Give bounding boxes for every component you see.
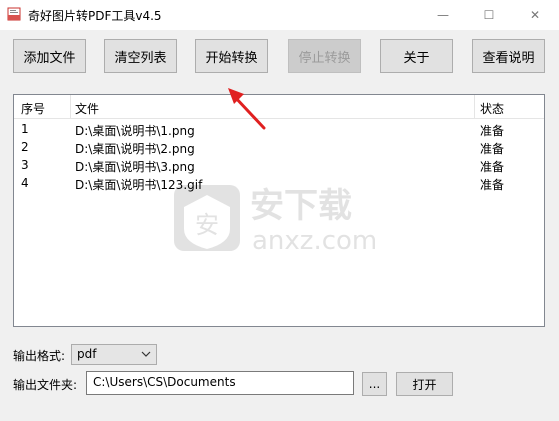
column-divider[interactable] [474, 95, 475, 119]
minimize-button[interactable]: — [420, 0, 466, 30]
row-status: 准备 [480, 160, 505, 174]
row-status: 准备 [480, 178, 505, 192]
output-folder-label: 输出文件夹: [13, 378, 78, 392]
row-file: D:\桌面\说明书\1.png [75, 124, 195, 138]
row-status: 准备 [480, 142, 505, 156]
output-format-label: 输出格式: [13, 349, 66, 363]
start-convert-button[interactable]: 开始转换 [195, 39, 268, 73]
header-status[interactable]: 状态 [480, 100, 504, 117]
row-index: 4 [21, 176, 29, 190]
header-index[interactable]: 序号 [21, 100, 45, 117]
output-folder-input[interactable]: C:\Users\CS\Documents [86, 371, 354, 395]
annotation-arrow [228, 88, 266, 130]
watermark-logo: 安 安下载 anxz.com [174, 185, 377, 256]
file-list[interactable]: 序号 文件 状态 安 安下载 anxz.com 1 D:\桌面\说明书\1.pn… [13, 94, 545, 327]
row-file: D:\桌面\说明书\123.gif [75, 178, 203, 192]
header-file[interactable]: 文件 [75, 100, 99, 117]
row-file: D:\桌面\说明书\2.png [75, 142, 195, 156]
app-icon [7, 7, 21, 21]
watermark-en: anxz.com [252, 226, 377, 256]
add-files-button[interactable]: 添加文件 [13, 39, 86, 73]
list-header: 序号 文件 状态 [14, 95, 544, 119]
about-button[interactable]: 关于 [380, 39, 453, 73]
open-folder-button[interactable]: 打开 [396, 372, 453, 396]
row-index: 2 [21, 140, 29, 154]
output-format-value: pdf [77, 347, 97, 361]
column-divider[interactable] [70, 95, 71, 119]
maximize-button[interactable]: ☐ [466, 0, 512, 30]
row-status: 准备 [480, 124, 505, 138]
row-index: 3 [21, 158, 29, 172]
watermark-cn: 安下载 [250, 186, 352, 226]
watermark-badge: 安 [195, 211, 219, 239]
chevron-down-icon [141, 351, 151, 357]
window-title: 奇好图片转PDF工具v4.5 [28, 9, 162, 23]
stop-convert-button[interactable]: 停止转换 [288, 39, 361, 73]
clear-list-button[interactable]: 清空列表 [104, 39, 177, 73]
row-file: D:\桌面\说明书\3.png [75, 160, 195, 174]
browse-button[interactable]: ... [362, 372, 387, 396]
close-button[interactable]: ✕ [512, 0, 558, 30]
row-index: 1 [21, 122, 29, 136]
title-bar: 奇好图片转PDF工具v4.5 — ☐ ✕ [0, 0, 559, 30]
view-help-button[interactable]: 查看说明 [472, 39, 545, 73]
output-format-select[interactable]: pdf [71, 344, 157, 365]
